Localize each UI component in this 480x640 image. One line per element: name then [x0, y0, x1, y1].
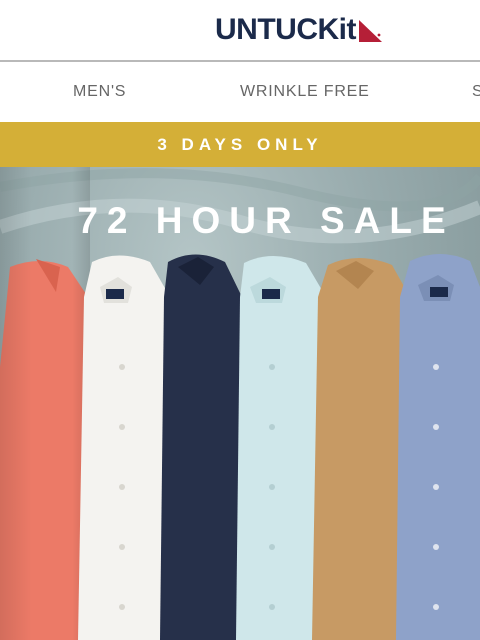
hero-title: 72 HOUR SALE [77, 200, 455, 241]
shirt-light-aqua [236, 256, 326, 640]
nav-item-truncated[interactable]: S [472, 82, 480, 102]
header: UNTUCKit [0, 0, 480, 60]
hero-banner[interactable]: 72 HOUR SALE [0, 167, 480, 640]
category-nav: MEN'S WRINKLE FREE S [0, 62, 480, 122]
brand-logo[interactable]: UNTUCKit [215, 12, 383, 48]
shirt-tan [312, 258, 410, 640]
nav-item-mens[interactable]: MEN'S [73, 82, 126, 102]
promo-banner[interactable]: 3 DAYS ONLY [0, 122, 480, 167]
promo-text: 3 DAYS ONLY [157, 134, 323, 154]
nav-item-wrinkle-free[interactable]: WRINKLE FREE [240, 82, 370, 102]
shirt-white [78, 255, 170, 640]
shirt-chambray-blue [396, 254, 480, 640]
brand-name: UNTUCKit [215, 13, 356, 46]
brand-flag-icon [358, 20, 382, 42]
shirt-navy [160, 254, 242, 640]
